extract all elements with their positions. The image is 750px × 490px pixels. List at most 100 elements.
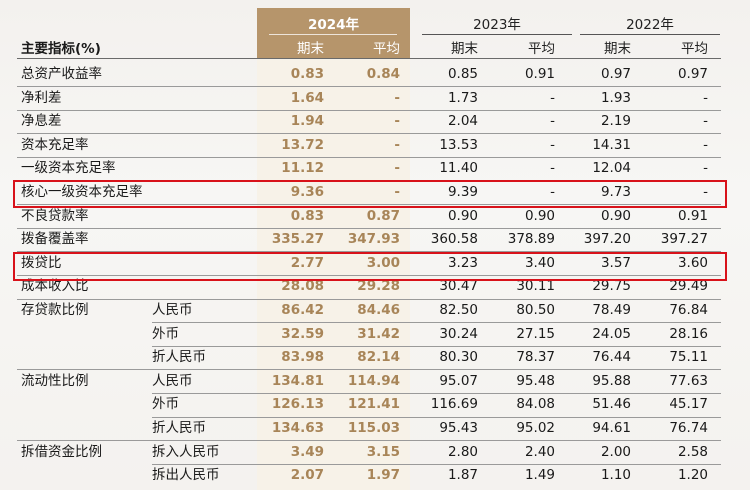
- cell-value: -: [703, 160, 708, 177]
- cell-value: 116.69: [430, 396, 478, 413]
- row-sublabel: 外币: [152, 396, 179, 413]
- subheader-2023-avg: 平均: [528, 41, 555, 57]
- cell-value: 45.17: [669, 396, 708, 413]
- year-header-2022: 2022年: [626, 17, 674, 33]
- cell-value: -: [703, 89, 708, 106]
- row-sublabel: 外币: [152, 325, 179, 342]
- cell-value: 86.42: [281, 302, 324, 318]
- cell-value: 0.83: [290, 207, 324, 224]
- cell-value: 1.97: [366, 467, 400, 484]
- cell-value: 31.42: [357, 325, 400, 342]
- year-header-2023: 2023年: [473, 17, 521, 33]
- row-sublabel: 折人民币: [152, 420, 206, 436]
- cell-value: 0.90: [524, 207, 555, 224]
- cell-value: 1.94: [290, 113, 324, 130]
- row-sublabel: 拆出人民币: [152, 467, 220, 484]
- table-row: 总资产收益率 0.83 0.84 0.85 0.91 0.97 0.97: [0, 63, 750, 86]
- table-row: 流动性比例 人民币 134.81 114.94 95.07 95.48 95.88 77.63: [0, 370, 750, 393]
- cell-value: 3.49: [290, 443, 324, 460]
- indicator-table: 2024年 期末 平均 2023年 2022年 期末 平均 期末 平均 主要指标…: [0, 0, 750, 490]
- cell-value: 2.80: [447, 443, 478, 460]
- table-row: 资本充足率 13.72 - 13.53 - 14.31 -: [0, 134, 750, 157]
- cell-value: 83.98: [281, 349, 324, 366]
- row-label: 拆借资金比例: [21, 443, 102, 460]
- cell-value: 2.04: [447, 113, 478, 130]
- cell-value: 80.30: [439, 349, 478, 366]
- subheader-2024-avg: 平均: [373, 41, 400, 57]
- cell-value: 126.13: [271, 396, 324, 413]
- table-row: 净息差 1.94 - 2.04 - 2.19 -: [0, 110, 750, 133]
- cell-value: 2.58: [677, 443, 708, 460]
- cell-value: -: [550, 160, 555, 177]
- table-row: 存贷款比例 人民币 86.42 84.46 82.50 80.50 78.49 76.84: [0, 299, 750, 322]
- row-sublabel: 拆入人民币: [152, 443, 220, 460]
- year-header-2023-rule: [422, 34, 572, 35]
- cell-value: -: [394, 89, 400, 106]
- cell-value: 1.20: [677, 467, 708, 484]
- cell-value: 0.91: [677, 207, 708, 224]
- cell-value: 13.72: [281, 136, 324, 153]
- cell-value: 0.83: [290, 66, 324, 82]
- cell-value: 335.27: [271, 231, 324, 248]
- table-row: 拆出人民币 2.07 1.97 1.87 1.49 1.10 1.20: [0, 464, 750, 487]
- cell-value: 32.59: [281, 325, 324, 342]
- cell-value: -: [550, 136, 555, 153]
- cell-value: 12.04: [592, 160, 631, 177]
- table-row: 折人民币 134.63 115.03 95.43 95.02 94.61 76.74: [0, 417, 750, 440]
- cell-value: 2.19: [600, 113, 631, 130]
- cell-value: -: [550, 113, 555, 130]
- cell-value: 27.15: [516, 325, 555, 342]
- row-label: 资本充足率: [21, 136, 89, 153]
- cell-value: 121.41: [347, 396, 400, 413]
- subheader-2022-end: 期末: [604, 41, 631, 57]
- table-row: 拆借资金比例 拆入人民币 3.49 3.15 2.80 2.40 2.00 2.58: [0, 441, 750, 464]
- cell-value: 84.08: [516, 396, 555, 413]
- cell-value: -: [394, 136, 400, 153]
- cell-value: 1.73: [447, 89, 478, 106]
- table-row: 一级资本充足率 11.12 - 11.40 - 12.04 -: [0, 157, 750, 180]
- cell-value: 77.63: [669, 372, 708, 389]
- cell-value: 76.74: [669, 420, 708, 436]
- cell-value: 1.93: [600, 89, 631, 106]
- cell-value: -: [394, 113, 400, 130]
- row-label: 存贷款比例: [21, 302, 89, 318]
- cell-value: 1.64: [290, 89, 324, 106]
- cell-value: 1.10: [600, 467, 631, 484]
- cell-value: 76.84: [669, 302, 708, 318]
- cell-value: 11.12: [281, 160, 324, 177]
- cell-value: 0.91: [524, 66, 555, 82]
- cell-value: 30.24: [439, 325, 478, 342]
- cell-value: 2.07: [290, 467, 324, 484]
- row-label: 流动性比例: [21, 372, 89, 389]
- cell-value: 134.63: [271, 420, 324, 436]
- year-header-2022-rule: [580, 34, 720, 35]
- cell-value: 115.03: [347, 420, 400, 436]
- cell-value: 24.05: [592, 325, 631, 342]
- row-label: 拨备覆盖率: [21, 231, 89, 248]
- cell-value: 82.50: [439, 302, 478, 318]
- cell-value: 1.49: [524, 467, 555, 484]
- cell-value: 76.44: [592, 349, 631, 366]
- cell-value: -: [394, 160, 400, 177]
- cell-value: -: [550, 89, 555, 106]
- row-label: 净息差: [21, 113, 62, 130]
- cell-value: 82.14: [357, 349, 400, 366]
- cell-value: 0.97: [677, 66, 708, 82]
- row-sublabel: 人民币: [152, 302, 193, 318]
- table-row: 拨备覆盖率 335.27 347.93 360.58 378.89 397.20 397.2…: [0, 228, 750, 251]
- table-row: 外币 126.13 121.41 116.69 84.08 51.46 45.17: [0, 393, 750, 416]
- cell-value: -: [703, 136, 708, 153]
- cell-value: 13.53: [439, 136, 478, 153]
- row-sublabel: 人民币: [152, 372, 193, 389]
- highlight-box-loan-provision-ratio: [13, 252, 727, 281]
- cell-value: 0.90: [600, 207, 631, 224]
- cell-value: 84.46: [357, 302, 400, 318]
- cell-value: 75.11: [669, 349, 708, 366]
- cell-value: 95.48: [516, 372, 555, 389]
- row-label: 一级资本充足率: [21, 160, 116, 177]
- cell-value: 80.50: [516, 302, 555, 318]
- table-row: 折人民币 83.98 82.14 80.30 78.37 76.44 75.11: [0, 346, 750, 369]
- cell-value: 95.43: [439, 420, 478, 436]
- year-header-2024: 2024年: [307, 17, 360, 33]
- cell-value: 51.46: [592, 396, 631, 413]
